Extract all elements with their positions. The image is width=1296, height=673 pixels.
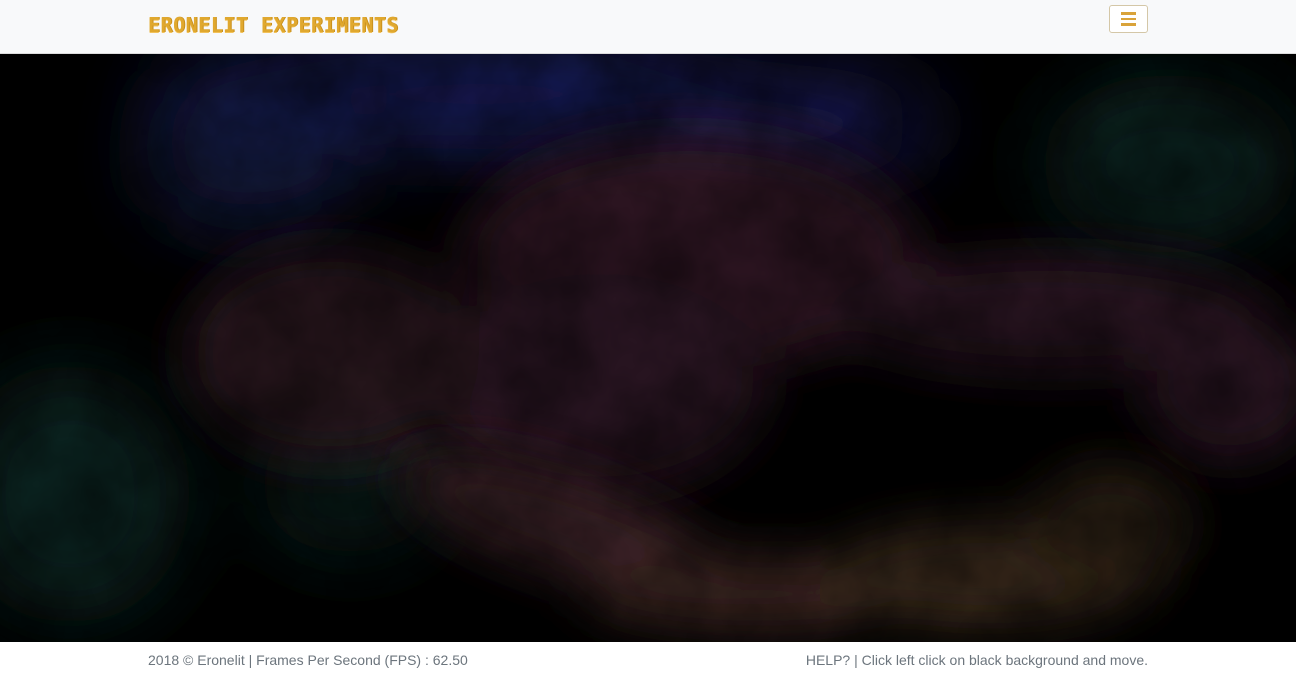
help-text: Click left click on black background and… (861, 652, 1148, 668)
footer: 2018 © Eronelit | Frames Per Second (FPS… (0, 642, 1296, 673)
fps-label: Frames Per Second (FPS) : (256, 652, 429, 668)
copyright-text: 2018 © Eronelit (148, 652, 245, 668)
navbar-toggler-button[interactable] (1109, 5, 1148, 33)
navbar: Eronelit Experiments (0, 0, 1296, 54)
smoke-canvas[interactable] (0, 54, 1296, 642)
separator: | (248, 652, 253, 668)
smoke-visual (0, 54, 1296, 642)
footer-help: HELP? | Click left click on black backgr… (806, 652, 1148, 668)
help-label: HELP? (805, 652, 851, 668)
hamburger-menu-icon (1121, 12, 1136, 26)
fps-value: 62.50 (432, 652, 468, 668)
separator: | (854, 652, 858, 668)
brand-logo[interactable]: Eronelit Experiments (148, 13, 399, 37)
footer-status: 2018 © Eronelit | Frames Per Second (FPS… (148, 652, 468, 668)
